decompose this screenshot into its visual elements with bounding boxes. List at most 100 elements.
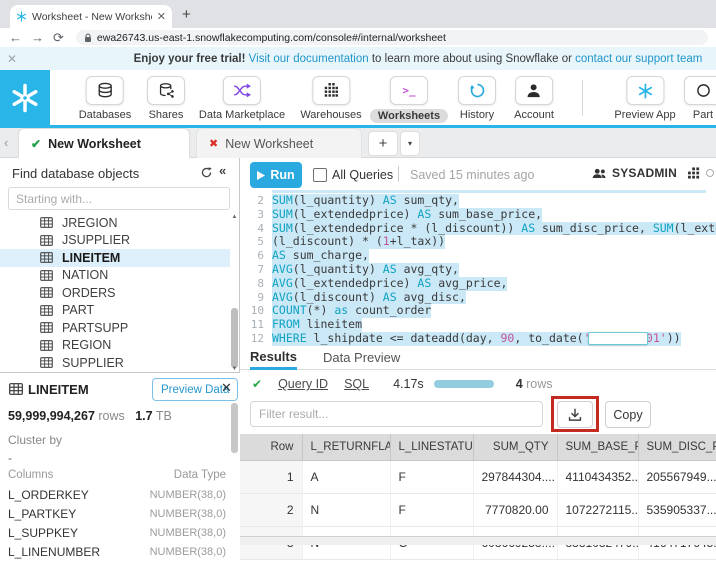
tree-item-supplier[interactable]: SUPPLIER xyxy=(0,354,230,372)
column-name: L_SUPPKEY xyxy=(8,525,79,540)
snowflake-logo[interactable] xyxy=(0,70,50,125)
nav-item-worksheets[interactable]: >_ Worksheets xyxy=(369,76,449,123)
tree-item-partsupp[interactable]: PARTSUPP xyxy=(0,319,230,337)
table-row[interactable]: 2 N F 7770820.00 1072272115... 535905337.... xyxy=(240,493,716,527)
cluster-by-label: Cluster by xyxy=(8,433,63,447)
sql-link[interactable]: SQL xyxy=(344,377,369,391)
nav-item-shares[interactable]: Shares xyxy=(147,76,185,121)
browser-tab[interactable]: Worksheet - New Worksheet (1/1 ✕ xyxy=(10,5,172,28)
worksheet-tab-inactive[interactable]: ✖ New Worksheet xyxy=(196,128,362,158)
tree-item-orders[interactable]: ORDERS xyxy=(0,284,230,302)
nav-item-part[interactable]: Part xyxy=(684,76,716,121)
forward-icon[interactable]: → xyxy=(31,30,44,45)
column-header[interactable]: L_LINESTATUS xyxy=(390,434,474,461)
play-icon xyxy=(257,170,266,180)
copy-results-button[interactable]: Copy xyxy=(605,401,651,428)
url-field[interactable]: ewa26743.us-east-1.snowflakecomputing.co… xyxy=(75,30,708,45)
column-header[interactable]: SUM_QTY xyxy=(473,434,558,461)
tabs-scroll-left-icon[interactable]: ‹ xyxy=(4,135,8,150)
line-number: 5 xyxy=(257,235,264,249)
table-name: LINEITEM xyxy=(28,382,89,397)
collapse-sidebar-icon[interactable]: « xyxy=(219,163,226,178)
refresh-icon[interactable] xyxy=(200,166,213,179)
banner-text: Enjoy your free trial! Visit our documen… xyxy=(133,52,703,65)
documentation-link[interactable]: Visit our documentation xyxy=(249,53,369,65)
table-stats: 59,999,994,267 rows 1.7 TB xyxy=(8,409,172,423)
add-worksheet-button[interactable]: + xyxy=(368,131,398,156)
column-header[interactable]: Row xyxy=(240,434,303,461)
back-icon[interactable]: ← xyxy=(9,30,22,45)
query-id-link[interactable]: Query ID xyxy=(278,377,328,391)
tree-item-jsupplier[interactable]: JSUPPLIER xyxy=(0,232,230,250)
tab-data-preview[interactable]: Data Preview xyxy=(323,345,400,370)
sql-editor[interactable]: 2 SUM(l_quantity) AS sum_qty, 3 SUM(l_exten… xyxy=(240,190,716,346)
toolbar-divider xyxy=(398,166,399,182)
line-number: 12 xyxy=(250,331,264,345)
all-queries-checkbox[interactable] xyxy=(313,168,327,182)
table-cell: A xyxy=(302,460,391,494)
run-button[interactable]: Run xyxy=(250,162,302,188)
warehouse-status-icon xyxy=(705,169,714,177)
tree-item-nation[interactable]: NATION xyxy=(0,267,230,285)
line-number: 3 xyxy=(257,207,264,221)
tree-item-region[interactable]: REGION xyxy=(0,337,230,355)
selection-sliver xyxy=(272,190,706,193)
tree-item-lineitem[interactable]: LINEITEM xyxy=(0,249,230,267)
column-header[interactable]: SUM_DISC_PRI xyxy=(638,434,716,461)
tree-item-jregion[interactable]: JREGION xyxy=(0,214,230,232)
code-line: 4 SUM(l_extendedprice * (l_discount)) AS … xyxy=(240,221,716,236)
trial-banner: ✕ Enjoy your free trial! Visit our docum… xyxy=(0,47,716,70)
nav-item-account[interactable]: Account xyxy=(514,76,554,121)
role-name: SYSADMIN xyxy=(612,166,677,180)
filter-results-input[interactable] xyxy=(250,401,543,427)
table-cell: 2 xyxy=(240,493,303,527)
table-icon xyxy=(40,217,53,229)
app-top-nav: Databases Shares Data Marketplace Warehouse… xyxy=(0,70,716,128)
nav-item-preview-app[interactable]: Preview App xyxy=(614,76,676,121)
close-worksheet-icon[interactable]: ✖ xyxy=(209,137,218,150)
new-tab-button[interactable]: + xyxy=(182,6,191,23)
browser-tab-strip: Worksheet - New Worksheet (1/1 ✕ + xyxy=(0,0,716,28)
tab-results[interactable]: Results xyxy=(250,345,297,370)
tree-item-part[interactable]: PART xyxy=(0,302,230,320)
nav-item-warehouses[interactable]: Warehouses xyxy=(300,76,362,121)
line-number: 7 xyxy=(257,262,264,276)
table-icon xyxy=(40,357,53,369)
code-line: 9 AVG(l_discount) AS avg_disc, xyxy=(240,290,716,305)
code-line: 8 AVG(l_extendedprice) AS avg_price, xyxy=(240,276,716,291)
role-users-icon xyxy=(592,168,606,178)
panel-close-icon[interactable]: ✕ xyxy=(221,380,232,396)
column-header[interactable]: SUM_BASE_PRIC xyxy=(557,434,639,461)
context-selector[interactable]: SYSADMIN COMP xyxy=(592,166,716,180)
support-link[interactable]: contact our support team xyxy=(575,53,702,65)
table-header-row: RowL_RETURNFLAGL_LINESTATUSSUM_QTYSUM_BA… xyxy=(240,434,716,461)
banner-close-icon[interactable]: ✕ xyxy=(7,52,17,66)
table-row[interactable]: 1 A F 297844304.... 4110434352... 205567949..… xyxy=(240,460,716,494)
databases-icon xyxy=(86,76,124,105)
worksheet-tab-active[interactable]: ✔ New Worksheet xyxy=(18,128,190,158)
preview-app-icon xyxy=(626,76,664,105)
download-results-button[interactable] xyxy=(557,401,593,428)
worksheet-menu-button[interactable]: ▾ xyxy=(400,131,420,156)
column-name: L_LINENUMBER xyxy=(8,544,101,559)
search-input[interactable] xyxy=(8,187,230,210)
saved-check-icon: ✔ xyxy=(31,136,42,151)
line-number: 9 xyxy=(257,290,264,304)
tree-scrollbar[interactable] xyxy=(231,308,238,368)
table-cell: N xyxy=(302,493,391,527)
nav-item-databases[interactable]: Databases xyxy=(79,76,131,121)
datatype-header: Data Type xyxy=(173,469,226,481)
columns-header: Columns xyxy=(8,469,54,481)
panel-scrollbar[interactable] xyxy=(231,403,238,453)
download-icon xyxy=(568,408,582,421)
reload-icon[interactable]: ⟳ xyxy=(53,30,64,46)
tab-close-icon[interactable]: ✕ xyxy=(157,10,166,23)
scroll-up-icon[interactable]: ▲ xyxy=(230,214,239,220)
nav-item-data-marketplace[interactable]: Data Marketplace xyxy=(199,76,285,121)
nav-item-history[interactable]: History xyxy=(458,76,496,121)
column-header[interactable]: L_RETURNFLAG xyxy=(302,434,391,461)
line-number: 8 xyxy=(257,276,264,290)
line-number: 6 xyxy=(257,249,264,263)
columns-header-row: Columns Data Type xyxy=(8,469,226,481)
table-horizontal-scrollbar[interactable] xyxy=(240,536,716,545)
